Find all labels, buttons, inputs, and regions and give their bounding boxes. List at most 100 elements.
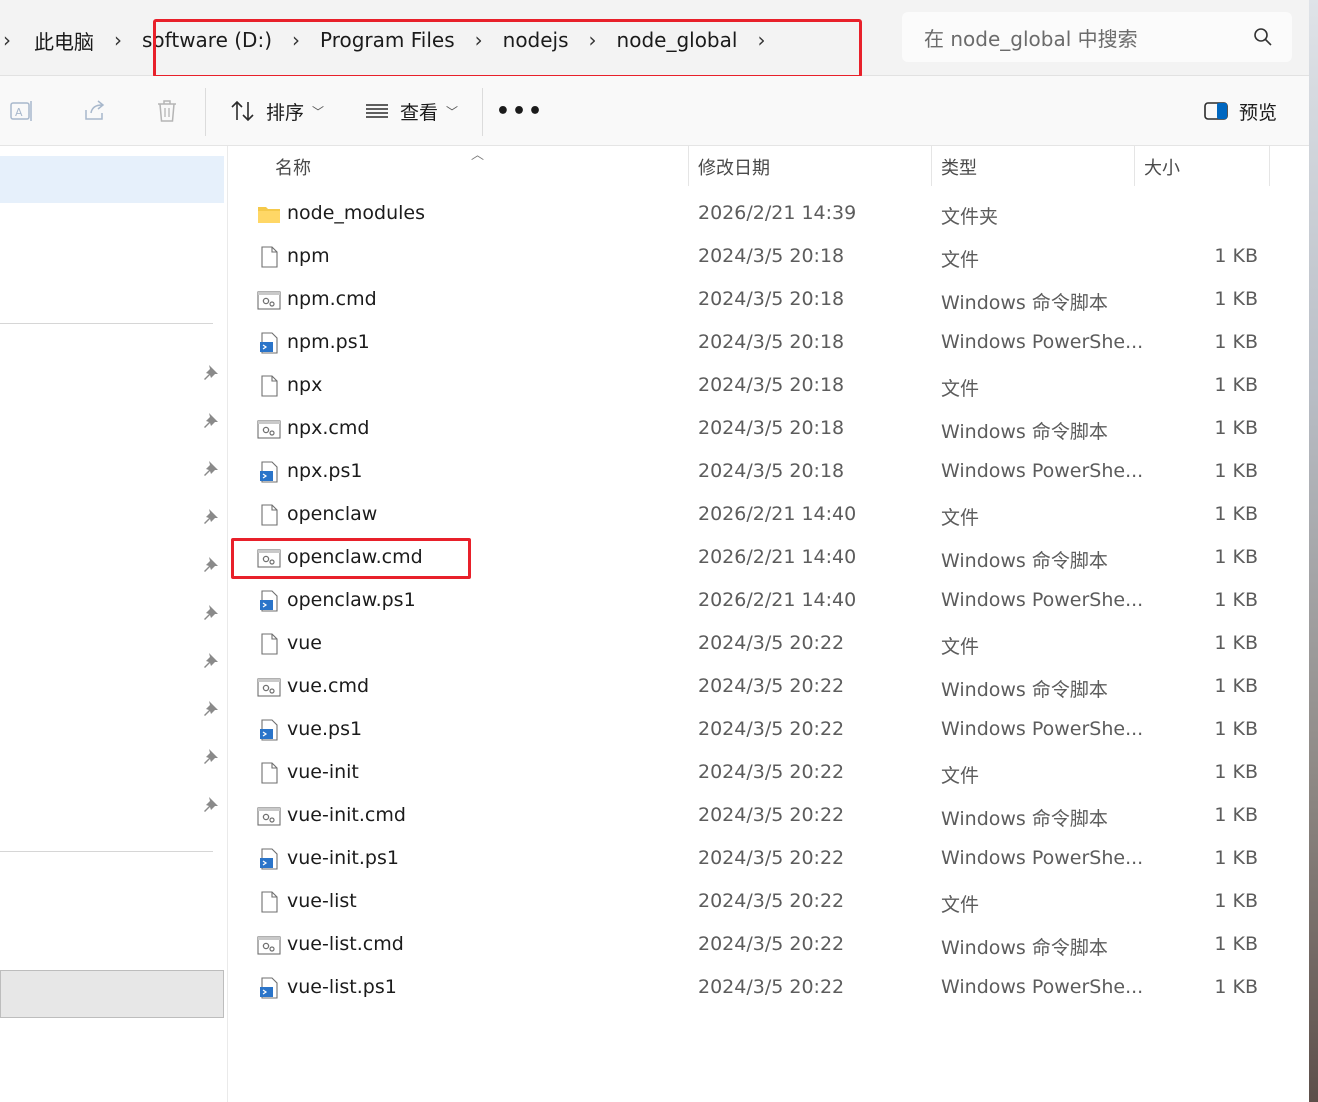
- file-size: 1 KB: [1214, 331, 1258, 353]
- sort-icon: [231, 100, 254, 122]
- breadcrumb-item-drive-d[interactable]: software (D:): [136, 28, 278, 52]
- file-row[interactable]: npm 2024/3/5 20:18 文件 1 KB: [228, 236, 1309, 279]
- file-type: Windows PowerShe...: [941, 718, 1144, 740]
- file-row[interactable]: openclaw 2026/2/21 14:40 文件 1 KB: [228, 494, 1309, 537]
- file-name: vue-init.cmd: [287, 804, 406, 826]
- pin-icon[interactable]: [202, 651, 220, 669]
- column-separator[interactable]: [931, 146, 932, 186]
- file-modified-date: 2024/3/5 20:22: [698, 804, 845, 826]
- pin-icon[interactable]: [202, 363, 220, 381]
- nav-item-selected[interactable]: [0, 156, 224, 203]
- pin-icon[interactable]: [202, 795, 220, 813]
- column-separator[interactable]: [1269, 146, 1270, 186]
- powershell-script-icon: [260, 461, 278, 483]
- file-size: 1 KB: [1214, 503, 1258, 525]
- file-row[interactable]: openclaw.cmd 2026/2/21 14:40 Windows 命令脚本 1…: [228, 537, 1309, 580]
- column-header-date[interactable]: 修改日期: [698, 154, 770, 180]
- pin-icon[interactable]: [202, 411, 220, 429]
- toolbar-divider: [205, 88, 206, 136]
- breadcrumb-item-this-pc[interactable]: 此电脑: [14, 26, 100, 55]
- file-row[interactable]: node_modules 2026/2/21 14:39 文件夹: [228, 193, 1309, 236]
- file-row[interactable]: npx.cmd 2024/3/5 20:18 Windows 命令脚本 1 KB: [228, 408, 1309, 451]
- preview-pane-icon: [1204, 102, 1228, 120]
- file-name: openclaw: [287, 503, 378, 525]
- file-row[interactable]: npm.cmd 2024/3/5 20:18 Windows 命令脚本 1 KB: [228, 279, 1309, 322]
- file-name: npx.cmd: [287, 417, 370, 439]
- file-row[interactable]: npm.ps1 2024/3/5 20:18 Windows PowerShe...…: [228, 322, 1309, 365]
- search-icon[interactable]: [1252, 26, 1274, 48]
- delete-icon[interactable]: [154, 98, 180, 124]
- view-button[interactable]: 查看 ﹀: [364, 92, 458, 130]
- column-separator[interactable]: [1134, 146, 1135, 186]
- file-row[interactable]: vue-init.cmd 2024/3/5 20:22 Windows 命令脚本 1 …: [228, 795, 1309, 838]
- file-size: 1 KB: [1214, 417, 1258, 439]
- column-header-name[interactable]: 名称: [275, 154, 311, 180]
- file-row[interactable]: vue-init 2024/3/5 20:22 文件 1 KB: [228, 752, 1309, 795]
- file-icon: [261, 246, 278, 268]
- file-row[interactable]: npx 2024/3/5 20:18 文件 1 KB: [228, 365, 1309, 408]
- file-size: 1 KB: [1214, 890, 1258, 912]
- file-size: 1 KB: [1214, 933, 1258, 955]
- chevron-right-icon[interactable]: ›: [100, 28, 136, 52]
- powershell-script-icon: [260, 977, 278, 999]
- share-icon[interactable]: [82, 98, 108, 124]
- breadcrumb-item-nodejs[interactable]: nodejs: [497, 28, 575, 52]
- file-name: vue-list.cmd: [287, 933, 404, 955]
- chevron-right-icon[interactable]: ›: [743, 28, 779, 52]
- cmd-script-icon: [257, 549, 281, 568]
- file-modified-date: 2024/3/5 20:18: [698, 331, 845, 353]
- chevron-right-icon[interactable]: ›: [575, 28, 611, 52]
- search-input[interactable]: 在 node_global 中搜索: [902, 12, 1292, 62]
- pin-icon[interactable]: [202, 603, 220, 621]
- more-options-button[interactable]: •••: [496, 92, 542, 130]
- file-row[interactable]: vue-list.cmd 2024/3/5 20:22 Windows 命令脚本 1 …: [228, 924, 1309, 967]
- breadcrumb[interactable]: › 此电脑 › software (D:) › Program Files › …: [0, 0, 779, 80]
- chevron-right-icon[interactable]: ›: [278, 28, 314, 52]
- chevron-right-icon[interactable]: ›: [461, 28, 497, 52]
- cmd-script-icon: [257, 678, 281, 697]
- cmd-script-icon: [257, 936, 281, 955]
- chevron-right-icon[interactable]: ›: [0, 28, 14, 52]
- file-modified-date: 2024/3/5 20:22: [698, 632, 845, 654]
- pin-icon[interactable]: [202, 555, 220, 573]
- column-header-type[interactable]: 类型: [941, 154, 977, 180]
- file-modified-date: 2026/2/21 14:39: [698, 202, 857, 224]
- column-header-size[interactable]: 大小: [1144, 154, 1180, 180]
- toolbar-divider: [482, 88, 483, 136]
- preview-pane-button[interactable]: 预览: [1203, 92, 1277, 130]
- file-name: vue.ps1: [287, 718, 363, 740]
- pin-icon[interactable]: [202, 699, 220, 717]
- pin-icon[interactable]: [202, 507, 220, 525]
- powershell-script-icon: [260, 590, 278, 612]
- sort-button[interactable]: 排序 ﹀: [230, 92, 324, 130]
- desktop-background-edge: [1309, 0, 1318, 1102]
- file-size: 1 KB: [1214, 847, 1258, 869]
- nav-item-hovered[interactable]: [0, 970, 224, 1018]
- file-type: Windows PowerShe...: [941, 331, 1144, 353]
- file-row[interactable]: vue-list.ps1 2024/3/5 20:22 Windows PowerS…: [228, 967, 1309, 1010]
- nav-divider: [0, 851, 213, 852]
- file-name: vue: [287, 632, 322, 654]
- breadcrumb-item-program-files[interactable]: Program Files: [314, 28, 461, 52]
- file-type: 文件: [941, 894, 980, 916]
- file-row[interactable]: vue 2024/3/5 20:22 文件 1 KB: [228, 623, 1309, 666]
- file-name: npx: [287, 374, 323, 396]
- file-modified-date: 2024/3/5 20:18: [698, 374, 845, 396]
- file-row[interactable]: vue-list 2024/3/5 20:22 文件 1 KB: [228, 881, 1309, 924]
- file-row[interactable]: vue.cmd 2024/3/5 20:22 Windows 命令脚本 1 KB: [228, 666, 1309, 709]
- file-row[interactable]: openclaw.ps1 2026/2/21 14:40 Windows Power…: [228, 580, 1309, 623]
- file-size: 1 KB: [1214, 546, 1258, 568]
- pin-icon[interactable]: [202, 747, 220, 765]
- file-type: Windows 命令脚本: [941, 937, 1108, 959]
- file-modified-date: 2026/2/21 14:40: [698, 589, 857, 611]
- column-separator[interactable]: [688, 146, 689, 186]
- view-label: 查看: [400, 101, 439, 124]
- file-row[interactable]: vue.ps1 2024/3/5 20:22 Windows PowerShe...…: [228, 709, 1309, 752]
- file-modified-date: 2026/2/21 14:40: [698, 503, 857, 525]
- rename-icon[interactable]: A: [9, 98, 35, 124]
- pin-icon[interactable]: [202, 459, 220, 477]
- file-size: 1 KB: [1214, 374, 1258, 396]
- file-row[interactable]: npx.ps1 2024/3/5 20:18 Windows PowerShe...…: [228, 451, 1309, 494]
- breadcrumb-item-node-global[interactable]: node_global: [611, 28, 744, 52]
- file-row[interactable]: vue-init.ps1 2024/3/5 20:22 Windows PowerS…: [228, 838, 1309, 881]
